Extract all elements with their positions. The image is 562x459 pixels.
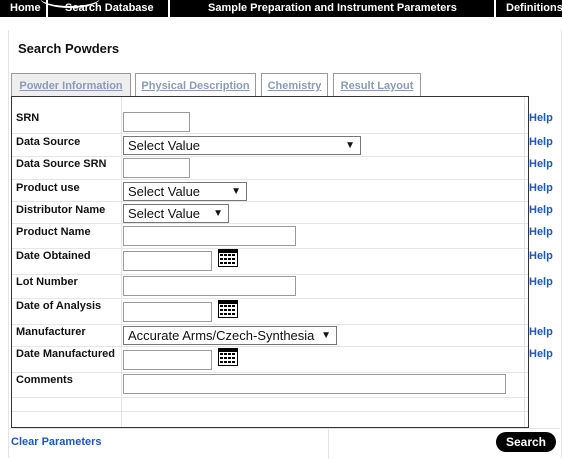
help-link-product-name[interactable]: Help bbox=[529, 226, 553, 238]
chevron-down-icon: ▼ bbox=[231, 186, 241, 197]
product-name-label: Product Name bbox=[16, 226, 91, 238]
tab-physical-description[interactable]: Physical Description bbox=[135, 73, 256, 98]
manufacturer-selected: Accurate Arms/Czech-Synthesia bbox=[128, 328, 315, 343]
help-link-date-manufactured[interactable]: Help bbox=[529, 348, 553, 360]
distributor-name-select[interactable]: Select Value ▼ bbox=[123, 204, 229, 223]
lot-number-label: Lot Number bbox=[16, 276, 78, 288]
help-link-lot-number[interactable]: Help bbox=[529, 276, 553, 288]
date-of-analysis-input[interactable] bbox=[123, 302, 212, 322]
manufacturer-select[interactable]: Accurate Arms/Czech-Synthesia ▼ bbox=[123, 326, 337, 345]
nav-separator bbox=[494, 0, 496, 17]
srn-input[interactable] bbox=[123, 112, 190, 132]
help-link-product-use[interactable]: Help bbox=[529, 182, 553, 194]
date-manufactured-label: Date Manufactured bbox=[16, 348, 116, 360]
product-use-select[interactable]: Select Value ▼ bbox=[123, 182, 247, 201]
calendar-icon[interactable] bbox=[218, 348, 238, 366]
chevron-down-icon: ▼ bbox=[321, 330, 331, 341]
data-source-srn-label: Data Source SRN bbox=[16, 158, 107, 170]
tab-chemistry[interactable]: Chemistry bbox=[261, 73, 328, 98]
distributor-name-label: Distributor Name bbox=[16, 204, 106, 216]
comments-input[interactable] bbox=[123, 374, 506, 394]
form-row bbox=[12, 97, 528, 134]
tab-label: Result Layout bbox=[340, 80, 414, 92]
srn-label: SRN bbox=[16, 112, 40, 124]
nav-sample-prep-link[interactable]: Sample Preparation and Instrument Parame… bbox=[208, 2, 457, 14]
tab-result-layout[interactable]: Result Layout bbox=[333, 73, 421, 98]
chevron-down-icon: ▼ bbox=[345, 140, 355, 151]
form-row bbox=[12, 179, 528, 202]
data-source-label: Data Source bbox=[16, 136, 81, 148]
date-obtained-input[interactable] bbox=[123, 251, 212, 271]
help-link-distributor-name[interactable]: Help bbox=[529, 204, 553, 216]
footer-divider bbox=[8, 428, 560, 429]
manufacturer-label: Manufacturer bbox=[16, 326, 86, 338]
data-source-srn-input[interactable] bbox=[123, 158, 190, 178]
product-name-input[interactable] bbox=[123, 226, 296, 246]
help-link-date-obtained[interactable]: Help bbox=[529, 250, 553, 262]
nav-separator bbox=[168, 0, 170, 17]
tab-label: Powder Information bbox=[19, 80, 123, 92]
chevron-down-icon: ▼ bbox=[213, 208, 223, 219]
date-manufactured-input[interactable] bbox=[123, 350, 212, 370]
clear-parameters-link[interactable]: Clear Parameters bbox=[11, 436, 102, 448]
tab-label: Physical Description bbox=[141, 80, 250, 92]
help-link-data-source-srn[interactable]: Help bbox=[529, 158, 553, 170]
product-use-selected: Select Value bbox=[128, 184, 201, 199]
date-obtained-label: Date Obtained bbox=[16, 250, 91, 262]
calendar-icon[interactable] bbox=[218, 300, 238, 318]
help-link-srn[interactable]: Help bbox=[529, 112, 553, 124]
page-title: Search Powders bbox=[18, 41, 120, 56]
help-link-data-source[interactable]: Help bbox=[529, 136, 553, 148]
help-link-manufacturer[interactable]: Help bbox=[529, 326, 553, 338]
lot-number-input[interactable] bbox=[123, 276, 296, 296]
form-row bbox=[12, 397, 528, 412]
footer-separator bbox=[328, 428, 329, 459]
comments-label: Comments bbox=[16, 374, 73, 386]
nav-home-link[interactable]: Home bbox=[10, 2, 41, 14]
data-source-select[interactable]: Select Value ▼ bbox=[123, 136, 361, 155]
calendar-icon[interactable] bbox=[218, 249, 238, 267]
data-source-selected: Select Value bbox=[128, 138, 201, 153]
distributor-name-selected: Select Value bbox=[128, 206, 201, 221]
tab-label: Chemistry bbox=[267, 80, 322, 92]
date-of-analysis-label: Date of Analysis bbox=[16, 300, 102, 312]
nav-definitions-link[interactable]: Definitions bbox=[506, 2, 562, 14]
product-use-label: Product use bbox=[16, 182, 80, 194]
search-button[interactable]: Search bbox=[496, 432, 556, 452]
